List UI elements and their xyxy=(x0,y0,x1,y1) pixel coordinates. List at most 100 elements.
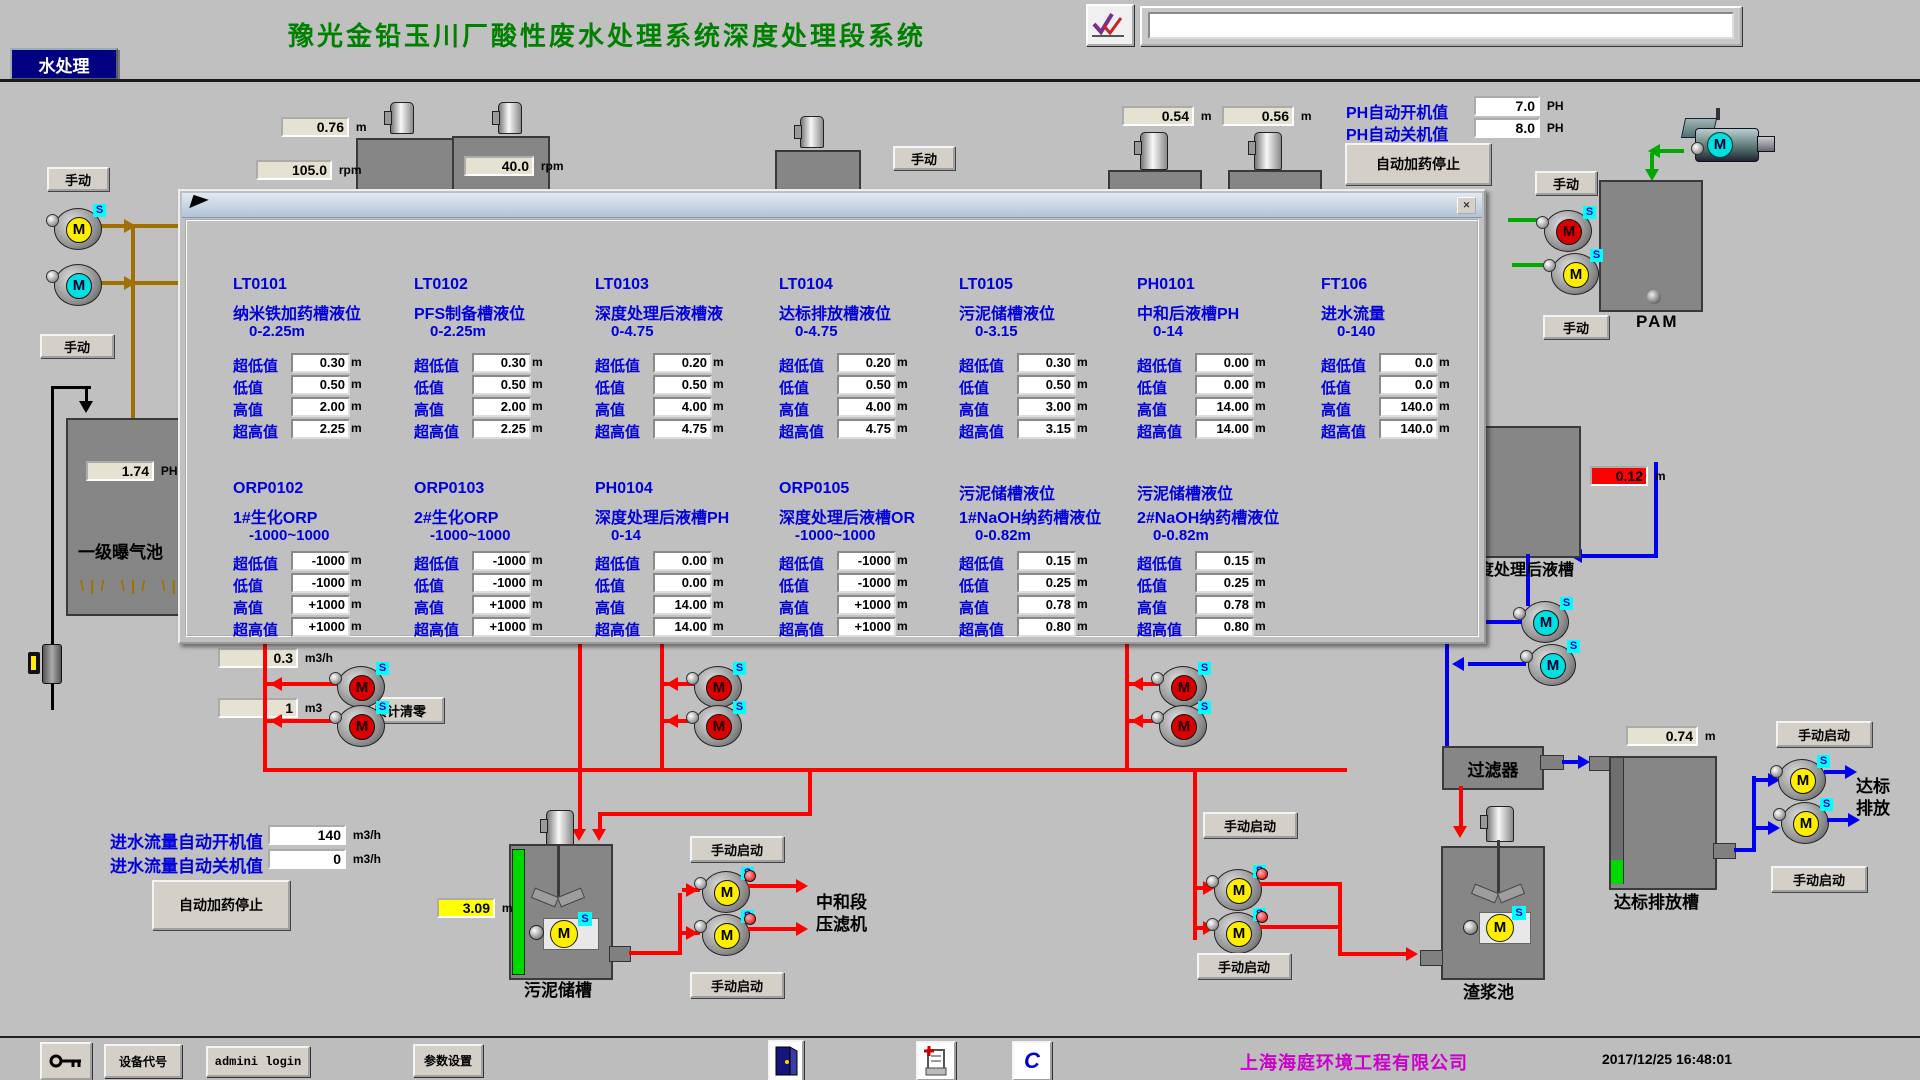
dialog-value-input[interactable]: 0.00 xyxy=(653,573,712,593)
auto-dose-stop-button-top[interactable]: 自动加药停止 xyxy=(1345,143,1491,185)
sludge-pump-1[interactable]: M S xyxy=(702,871,750,913)
dialog-value-input[interactable]: 0.25 xyxy=(1195,573,1254,593)
dialog-value-input[interactable]: 14.00 xyxy=(1195,397,1254,417)
dialog-value-input[interactable]: -1000 xyxy=(472,551,531,571)
alarm-banner-field[interactable] xyxy=(1148,12,1734,39)
manual-button-4[interactable]: 手动 xyxy=(1535,171,1597,195)
transfer-pump-2[interactable]: M S xyxy=(1528,644,1576,686)
dialog-value-input[interactable]: 0.00 xyxy=(653,551,712,571)
key-button[interactable] xyxy=(40,1042,92,1080)
dialog-value-input[interactable]: 4.00 xyxy=(653,397,712,417)
dosing-pump-pair2-b[interactable]: MS xyxy=(694,705,742,747)
discharge-pump-2[interactable]: M S xyxy=(1781,802,1829,844)
dialog-value-input[interactable]: 0.0 xyxy=(1379,353,1438,373)
dialog-value-input[interactable]: 2.00 xyxy=(472,397,531,417)
flow-on-readout[interactable]: 140 m3/h xyxy=(268,825,381,845)
manual-start-button-6[interactable]: 手动启动 xyxy=(1771,866,1867,892)
dialog-value-input[interactable]: 2.00 xyxy=(291,397,350,417)
dosing-pump-pair3-b[interactable]: MS xyxy=(1159,705,1207,747)
wizard-icon[interactable] xyxy=(1086,4,1134,46)
manual-start-button-1[interactable]: 手动启动 xyxy=(690,836,784,862)
manual-button-3[interactable]: 手动 xyxy=(893,146,955,170)
slurry-pump-1[interactable]: M S xyxy=(1214,869,1262,911)
flow-off-readout[interactable]: 0 m3/h xyxy=(268,849,381,869)
dialog-value-input[interactable]: 0.25 xyxy=(1017,573,1076,593)
device-code-button[interactable]: 设备代号 xyxy=(104,1044,182,1078)
param-set-button[interactable]: 参数设置 xyxy=(413,1044,483,1077)
manual-button-2[interactable]: 手动 xyxy=(40,334,114,358)
dialog-value-input[interactable]: 0.50 xyxy=(472,375,531,395)
slurry-pump-2[interactable]: M S xyxy=(1214,912,1262,954)
dialog-value-input[interactable]: -1000 xyxy=(291,551,350,571)
print-button[interactable] xyxy=(916,1041,956,1080)
dialog-value-input[interactable]: 4.75 xyxy=(837,419,896,439)
dialog-value-input[interactable]: 3.00 xyxy=(1017,397,1076,417)
dialog-value-input[interactable]: +1000 xyxy=(291,595,350,615)
dialog-value-input[interactable]: +1000 xyxy=(837,617,896,637)
manual-start-button-5[interactable]: 手动启动 xyxy=(1776,721,1872,747)
manual-start-button-4[interactable]: 手动启动 xyxy=(1197,953,1291,979)
dialog-value-input[interactable]: 0.30 xyxy=(472,353,531,373)
dialog-titlebar[interactable]: ✕ xyxy=(182,193,1482,218)
dialog-value-input[interactable]: 140.0 xyxy=(1379,419,1438,439)
dialog-value-input[interactable]: 2.25 xyxy=(472,419,531,439)
manual-button-5[interactable]: 手动 xyxy=(1543,315,1609,339)
manual-button-1[interactable]: 手动 xyxy=(47,167,109,191)
sludge-pump-2[interactable]: M S xyxy=(702,914,750,956)
dosing-pump-pair1-b[interactable]: MS xyxy=(337,705,385,747)
dialog-value-input[interactable]: 0.50 xyxy=(653,375,712,395)
readout-value[interactable]: 0 xyxy=(268,849,346,869)
dialog-value-input[interactable]: 4.00 xyxy=(837,397,896,417)
dialog-value-input[interactable]: 0.50 xyxy=(1017,375,1076,395)
dosing-pump-1[interactable]: M S xyxy=(54,208,102,250)
dialog-value-input[interactable]: +1000 xyxy=(472,617,531,637)
dialog-value-input[interactable]: 0.78 xyxy=(1195,595,1254,615)
tab-water-treatment[interactable]: 水处理 xyxy=(10,48,118,80)
dialog-value-input[interactable]: 0.30 xyxy=(1017,353,1076,373)
discharge-pump-1[interactable]: M S xyxy=(1778,759,1826,801)
pam-pump-2[interactable]: M S xyxy=(1551,253,1599,295)
readout-value[interactable]: 7.0 xyxy=(1474,96,1540,116)
parameter-dialog[interactable]: ✕ LT0101纳米铁加药槽液位0-2.25m超低值0.30m低值0.50m高值… xyxy=(178,189,1486,644)
transfer-pump-1[interactable]: M S xyxy=(1521,601,1569,643)
dialog-value-input[interactable]: 0.30 xyxy=(291,353,350,373)
readout-value[interactable]: 8.0 xyxy=(1474,118,1540,138)
dialog-value-input[interactable]: 14.00 xyxy=(653,617,712,637)
dialog-value-input[interactable]: 0.78 xyxy=(1017,595,1076,615)
dialog-value-input[interactable]: 14.00 xyxy=(1195,419,1254,439)
dialog-close-button[interactable]: ✕ xyxy=(1457,197,1476,214)
pam-pump-1[interactable]: M S xyxy=(1544,210,1592,252)
dialog-value-input[interactable]: 2.25 xyxy=(291,419,350,439)
dialog-value-input[interactable]: +1000 xyxy=(837,595,896,615)
dialog-value-input[interactable]: 14.00 xyxy=(653,595,712,615)
manual-start-button-2[interactable]: 手动启动 xyxy=(690,972,784,998)
manual-start-button-3[interactable]: 手动启动 xyxy=(1203,812,1297,838)
dialog-value-input[interactable]: +1000 xyxy=(472,595,531,615)
ph-off-readout[interactable]: 8.0 PH xyxy=(1474,118,1564,138)
dialog-value-input[interactable]: -1000 xyxy=(472,573,531,593)
ph-on-readout[interactable]: 7.0 PH xyxy=(1474,96,1564,116)
dialog-value-input[interactable]: 0.80 xyxy=(1017,617,1076,637)
dialog-value-input[interactable]: 140.0 xyxy=(1379,397,1438,417)
dialog-value-input[interactable]: 0.80 xyxy=(1195,617,1254,637)
dialog-value-input[interactable]: 0.0 xyxy=(1379,375,1438,395)
exit-button[interactable] xyxy=(768,1040,804,1080)
dialog-value-input[interactable]: 0.15 xyxy=(1017,551,1076,571)
dialog-value-input[interactable]: -1000 xyxy=(837,551,896,571)
dosing-pump-2[interactable]: M xyxy=(54,264,102,306)
auto-dose-stop-button-bottom[interactable]: 自动加药停止 xyxy=(152,880,290,930)
admin-login-button[interactable]: admini login xyxy=(206,1046,310,1077)
readout-value[interactable]: 140 xyxy=(268,825,346,845)
dialog-value-input[interactable]: 3.15 xyxy=(1017,419,1076,439)
dialog-value-input[interactable]: 0.00 xyxy=(1195,375,1254,395)
dialog-value-input[interactable]: 0.15 xyxy=(1195,551,1254,571)
dialog-value-input[interactable]: 0.50 xyxy=(837,375,896,395)
dialog-value-input[interactable]: -1000 xyxy=(291,573,350,593)
dialog-value-input[interactable]: 4.75 xyxy=(653,419,712,439)
dialog-value-input[interactable]: -1000 xyxy=(837,573,896,593)
copyright-button[interactable]: C xyxy=(1012,1041,1052,1080)
dialog-value-input[interactable]: 0.50 xyxy=(291,375,350,395)
dialog-value-input[interactable]: 0.00 xyxy=(1195,353,1254,373)
dialog-value-input[interactable]: 0.20 xyxy=(837,353,896,373)
dialog-value-input[interactable]: +1000 xyxy=(291,617,350,637)
